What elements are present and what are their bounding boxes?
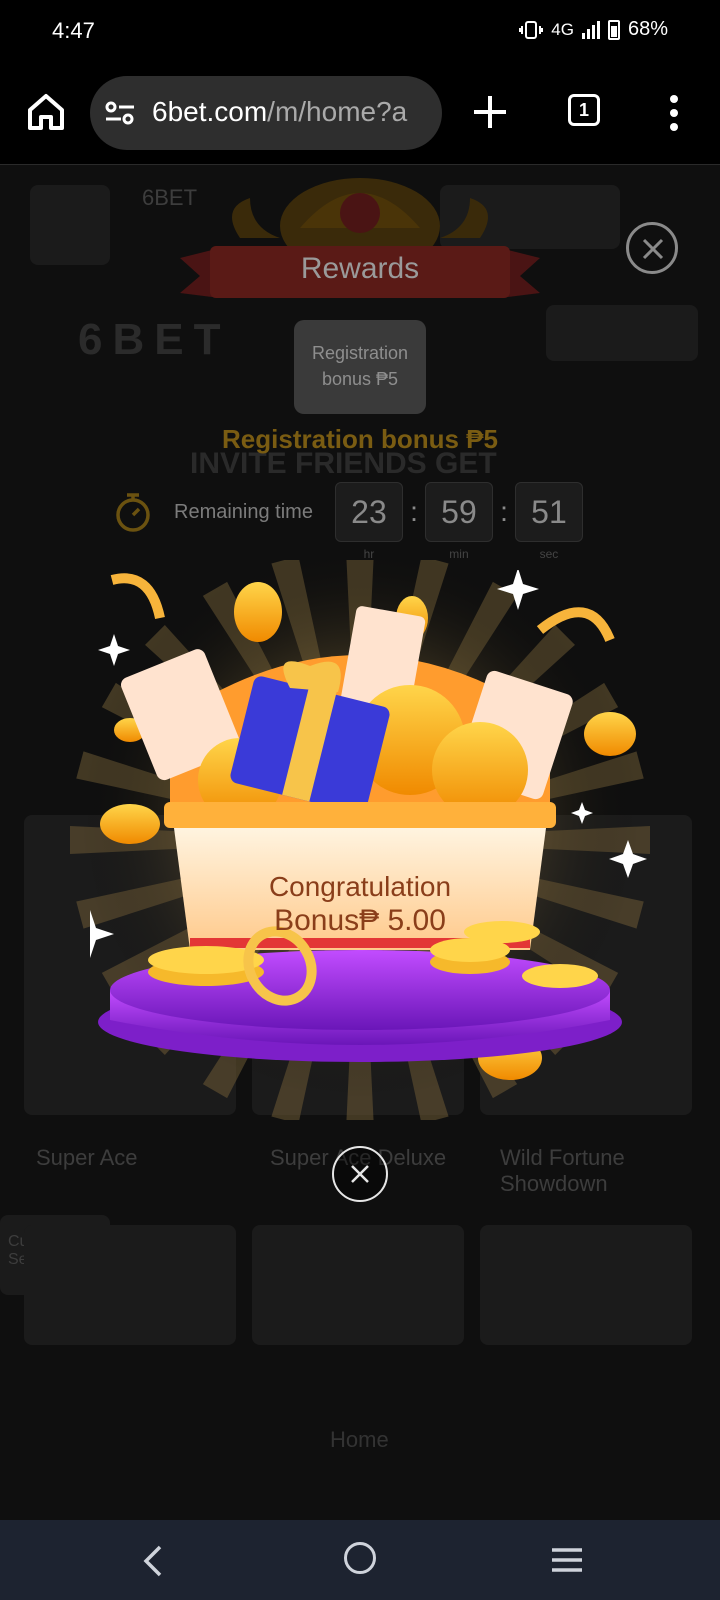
bonus-message: Congratulation Bonus₱ 5.00 (200, 870, 520, 938)
bonus-popup-close-button[interactable] (332, 1146, 388, 1202)
game-name-3: Wild Fortune Showdown (500, 1145, 625, 1196)
back-icon[interactable] (140, 1544, 166, 1578)
timer-hours: 23 hr (334, 482, 403, 561)
system-nav-bar (0, 1520, 720, 1600)
app-icon-tile (30, 185, 110, 265)
crown-banner-icon (180, 178, 540, 298)
timer-hours-unit: hr (363, 547, 375, 561)
game-name-1: Super Ace (36, 1145, 138, 1170)
stopwatch-icon (116, 493, 150, 532)
timer-seconds: 51 sec (514, 482, 583, 561)
url-text[interactable]: 6bet.com/m/home?a (152, 96, 407, 128)
timer-seconds-unit: sec (539, 547, 559, 561)
network-type: 4G (551, 19, 574, 39)
rewards-title: Rewards (300, 252, 420, 285)
timer-hours-value: 23 (351, 494, 387, 530)
signal-icon (581, 20, 600, 39)
timer-minutes: 59 min (424, 482, 493, 561)
countdown-row: Remaining time 23 hr : 59 min : 51 sec (114, 482, 583, 561)
registration-bonus-chip[interactable]: Registration bonus ₱5 (294, 320, 426, 414)
tab-switcher-button[interactable]: 1 (568, 94, 600, 126)
recent-apps-icon[interactable] (550, 1546, 584, 1574)
congratulation-text: Congratulation (268, 871, 452, 902)
rewards-close-button[interactable] (626, 222, 678, 274)
url-path: /m/home?a (267, 96, 408, 127)
new-tab-icon[interactable] (470, 92, 510, 132)
bonus-amount-text: Bonus₱ 5.00 (274, 904, 446, 937)
timer-separator: : (500, 496, 508, 527)
status-icons: 4G 68% (519, 18, 668, 41)
bottom-nav-home: Home (330, 1427, 389, 1452)
home-nav-icon[interactable] (344, 1542, 376, 1574)
home-icon[interactable] (24, 90, 68, 134)
game-tile-6 (480, 1225, 692, 1345)
site-logo: 6BET (78, 315, 231, 364)
close-icon (642, 238, 664, 260)
timer-separator: : (410, 496, 418, 527)
more-menu-icon[interactable] (664, 94, 684, 132)
timer-seconds-value: 51 (531, 494, 567, 530)
vibrate-icon (519, 20, 544, 39)
close-icon (351, 1165, 369, 1183)
login-button-bg (546, 305, 698, 361)
treasure-chest-graphic (90, 570, 647, 1080)
battery-level: 68% (627, 18, 668, 40)
remaining-time-label: Remaining time (174, 500, 313, 523)
address-bar[interactable]: 6bet.com/m/home?a (90, 76, 442, 150)
site-settings-icon[interactable] (104, 100, 136, 126)
battery-icon (607, 19, 620, 40)
game-tile-4 (24, 1225, 236, 1345)
status-bar: 4:47 4G 68% (0, 0, 720, 64)
timer-minutes-value: 59 (441, 494, 477, 530)
url-host: 6bet.com (152, 96, 268, 127)
game-tile-5 (252, 1225, 464, 1345)
registration-headline: Registration bonus ₱5 (222, 424, 498, 454)
status-time: 4:47 (52, 18, 95, 43)
browser-toolbar: 6bet.com/m/home?a 1 (0, 64, 720, 165)
timer-minutes-unit: min (449, 547, 469, 561)
